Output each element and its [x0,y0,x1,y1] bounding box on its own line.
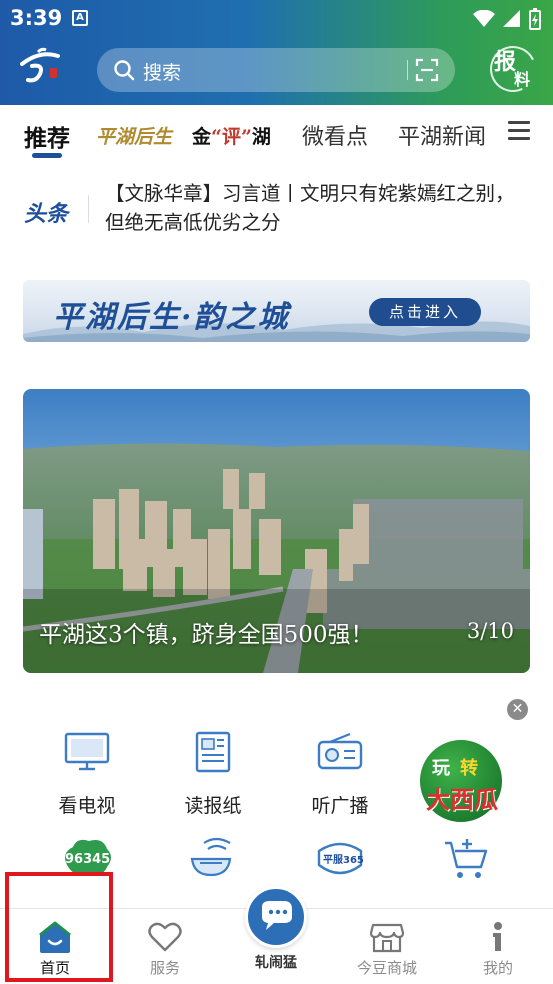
signal-icon [503,10,520,27]
tab-jin-part-2: “评” [211,126,252,148]
nav-jindou-mall-label: 今豆商城 [356,959,417,977]
headline-article-link[interactable]: 【文脉华章】习言道丨文明只有姹紫嫣红之别，但绝无高低优劣之分 [105,179,525,237]
tab-jin-ping-hu[interactable]: 金“评”湖 [192,122,271,149]
tab-pinghu-news[interactable]: 平湖新闻 [398,119,486,151]
store-icon [369,923,405,953]
tv-icon [64,732,110,771]
service-read-newspaper[interactable]: 读报纸 [163,725,263,818]
service-listen-radio[interactable]: 听广播 [290,725,390,818]
status-time: 3:39 [10,6,63,30]
promo-banner[interactable]: 平湖后生·韵之城 点击进入 [23,280,530,342]
service-watch-tv[interactable]: 看电视 [37,725,137,818]
service-points-mall[interactable] [416,832,516,886]
service-smart-meal[interactable] [163,832,263,886]
nav-mine-label: 我的 [482,959,513,977]
battery-icon [529,8,541,30]
tab-jin-part-3: 湖 [251,126,271,148]
banner-enter-button[interactable]: 点击进入 [369,298,481,326]
cart-icon [445,839,488,878]
nav-service[interactable]: 服务 [110,909,220,984]
notification-a-icon: A [72,10,88,26]
wifi-icon [473,10,495,27]
close-icon[interactable]: ✕ [507,699,528,720]
radio-icon [317,732,363,770]
smart-meal-icon [190,837,232,877]
watermelon-promo-badge[interactable]: 玩 转 大西瓜 [418,738,504,824]
tab-micro-view[interactable]: 微看点 [302,119,368,151]
channel-tabs: 推荐 平湖后生 金“评”湖 微看点 平湖新闻 [0,105,553,163]
chat-bubble-icon [262,901,292,930]
status-right-icons [473,8,541,30]
search-icon [114,60,135,81]
newspaper-icon [195,731,231,773]
service-read-newspaper-label: 读报纸 [184,795,242,817]
pingfu-badge-text: 平服365 [323,854,364,866]
status-bar: 3:39 A [0,0,553,38]
nav-service-label: 服务 [149,959,180,977]
promo-text-2: 转 [460,758,478,779]
report-char-1: 报 [494,50,517,75]
search-placeholder: 搜索 [143,62,182,84]
search-input[interactable]: 搜索 [97,48,455,92]
highlight-box [5,872,113,982]
tab-recommend[interactable]: 推荐 [24,119,70,153]
hero-page-counter: 3/10 [466,619,514,643]
service-watch-tv-label: 看电视 [58,795,116,817]
report-news-button[interactable]: 报 料 [483,39,543,99]
headline-tag: 头条 [24,201,69,227]
nav-mine[interactable]: 我的 [443,909,553,984]
headline-divider [88,195,89,223]
service-pingfu-365[interactable]: 平服365 [290,832,390,886]
pingfu-icon: 平服365 [317,842,364,875]
promo-text-1: 玩 [432,758,450,779]
nav-jindou-mall[interactable]: 今豆商城 [332,909,442,984]
search-divider [407,60,408,80]
report-char-2: 料 [514,70,531,89]
info-person-icon [493,922,502,951]
scan-icon[interactable] [415,58,439,82]
tab-jin-part-1: 金 [192,126,212,148]
tab-pinghu-housheng[interactable]: 平湖后生 [96,122,172,149]
heart-icon [148,922,182,952]
hero-carousel[interactable]: 平湖这3个镇，跻身全国500强！ 3/10 [23,389,530,673]
menu-icon[interactable] [508,121,530,141]
service-listen-radio-label: 听广播 [311,795,369,817]
app-logo[interactable] [18,46,64,86]
nav-center-label: 轧闹猛 [255,955,297,971]
promo-text-3: 大西瓜 [426,785,498,814]
banner-title: 平湖后生·韵之城 [53,300,290,335]
hero-caption: 平湖这3个镇，跻身全国500强！ [39,622,374,648]
nav-center-button[interactable] [245,886,307,948]
active-tab-indicator [32,153,62,158]
hotline-badge-text: 96345 [65,852,110,867]
